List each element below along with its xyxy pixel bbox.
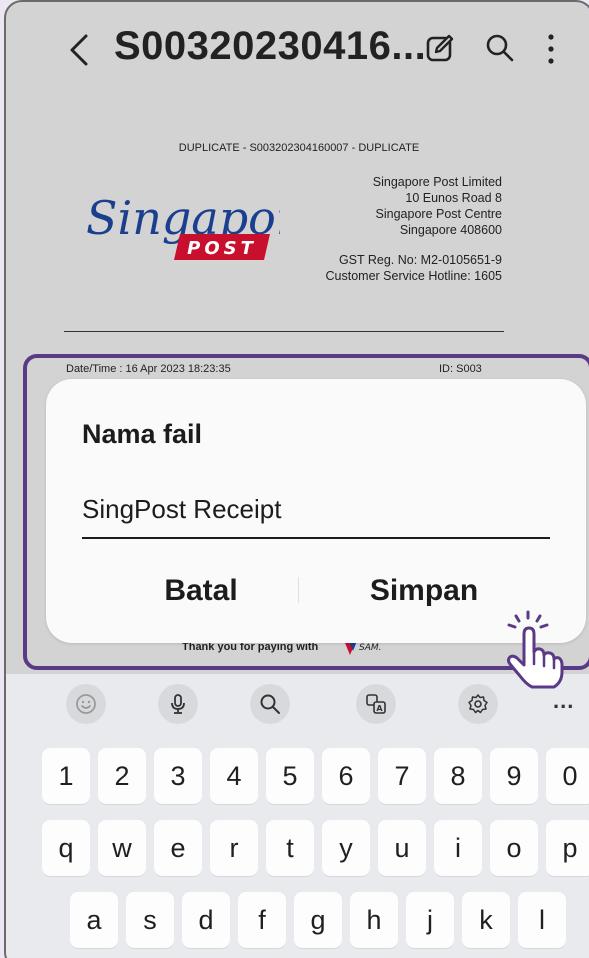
svg-text:A: A	[376, 704, 383, 713]
app-bar: S00320230416...	[6, 2, 589, 94]
phone-frame: S00320230416... DUPLICATE - S00320230416…	[4, 0, 589, 958]
key-p[interactable]: p	[546, 820, 589, 876]
key-9[interactable]: 9	[490, 748, 538, 804]
key-2[interactable]: 2	[98, 748, 146, 804]
rename-dialog: Nama fail SingPost Receipt Batal Simpan	[46, 379, 586, 643]
cancel-button[interactable]: Batal	[106, 569, 296, 613]
singpost-logo: Singapore POST	[86, 191, 280, 260]
mic-icon	[171, 694, 185, 714]
filename-input[interactable]: SingPost Receipt	[82, 491, 550, 539]
key-a[interactable]: a	[70, 892, 118, 948]
emoji-button[interactable]	[66, 684, 106, 724]
receipt-id: ID: S003	[439, 363, 482, 375]
key-q[interactable]: q	[42, 820, 90, 876]
dialog-title: Nama fail	[82, 419, 203, 449]
company-address: Singapore Post Limited 10 Eunos Road 8 S…	[326, 174, 502, 284]
number-row: 1234567890	[6, 748, 589, 804]
key-r[interactable]: r	[210, 820, 258, 876]
key-j[interactable]: j	[406, 892, 454, 948]
key-y[interactable]: y	[322, 820, 370, 876]
address-line: 10 Eunos Road 8	[405, 191, 502, 205]
phone-screen: S00320230416... DUPLICATE - S00320230416…	[0, 0, 589, 958]
save-button[interactable]: Simpan	[336, 569, 512, 613]
key-u[interactable]: u	[378, 820, 426, 876]
key-4[interactable]: 4	[210, 748, 258, 804]
receipt-header: DUPLICATE - S003202304160007 - DUPLICATE	[178, 142, 420, 154]
voice-input-button[interactable]	[158, 684, 198, 724]
back-arrow-icon[interactable]	[64, 30, 94, 70]
more-vert-icon[interactable]	[544, 32, 558, 66]
key-g[interactable]: g	[294, 892, 342, 948]
address-line: Singapore Post Centre	[375, 207, 502, 221]
key-t[interactable]: t	[266, 820, 314, 876]
gst-number: GST Reg. No: M2-0105651-9	[338, 253, 502, 267]
edit-icon[interactable]	[424, 32, 456, 64]
key-7[interactable]: 7	[378, 748, 426, 804]
key-l[interactable]: l	[518, 892, 566, 948]
translate-icon: A	[366, 694, 386, 714]
key-d[interactable]: d	[182, 892, 230, 948]
key-1[interactable]: 1	[42, 748, 90, 804]
button-divider	[298, 577, 299, 603]
more-tools-button[interactable]: ...	[553, 688, 574, 714]
key-k[interactable]: k	[462, 892, 510, 948]
key-0[interactable]: 0	[546, 748, 589, 804]
key-6[interactable]: 6	[322, 748, 370, 804]
key-o[interactable]: o	[490, 820, 538, 876]
key-f[interactable]: f	[238, 892, 286, 948]
service-hotline: Customer Service Hotline: 1605	[325, 269, 502, 283]
tap-hand-icon	[507, 610, 564, 689]
sam-logo-text: SAM.	[359, 643, 382, 653]
page-title: S00320230416...	[114, 24, 427, 68]
receipt-datetime: Date/Time : 16 Apr 2023 18:23:35	[66, 363, 231, 375]
address-line: Singapore Post Limited	[372, 175, 502, 189]
search-icon	[260, 694, 280, 714]
key-i[interactable]: i	[434, 820, 482, 876]
key-s[interactable]: s	[126, 892, 174, 948]
key-3[interactable]: 3	[154, 748, 202, 804]
logo-badge-text: POST	[187, 238, 257, 259]
key-h[interactable]: h	[350, 892, 398, 948]
key-5[interactable]: 5	[266, 748, 314, 804]
key-w[interactable]: w	[98, 820, 146, 876]
keyboard: A ... 1234567890 qwertyuiop asdfghjkl	[6, 674, 589, 958]
address-line: Singapore 408600	[399, 223, 502, 237]
keyboard-settings-button[interactable]	[458, 684, 498, 724]
emoji-icon	[76, 694, 96, 714]
settings-icon	[468, 694, 488, 714]
letter-row-1: qwertyuiop	[6, 820, 589, 876]
key-e[interactable]: e	[154, 820, 202, 876]
letter-row-2: asdfghjkl	[6, 892, 589, 948]
translate-button[interactable]: A	[356, 684, 396, 724]
divider	[64, 331, 504, 332]
search-icon[interactable]	[484, 32, 516, 64]
keyboard-search-button[interactable]	[250, 684, 290, 724]
key-8[interactable]: 8	[434, 748, 482, 804]
